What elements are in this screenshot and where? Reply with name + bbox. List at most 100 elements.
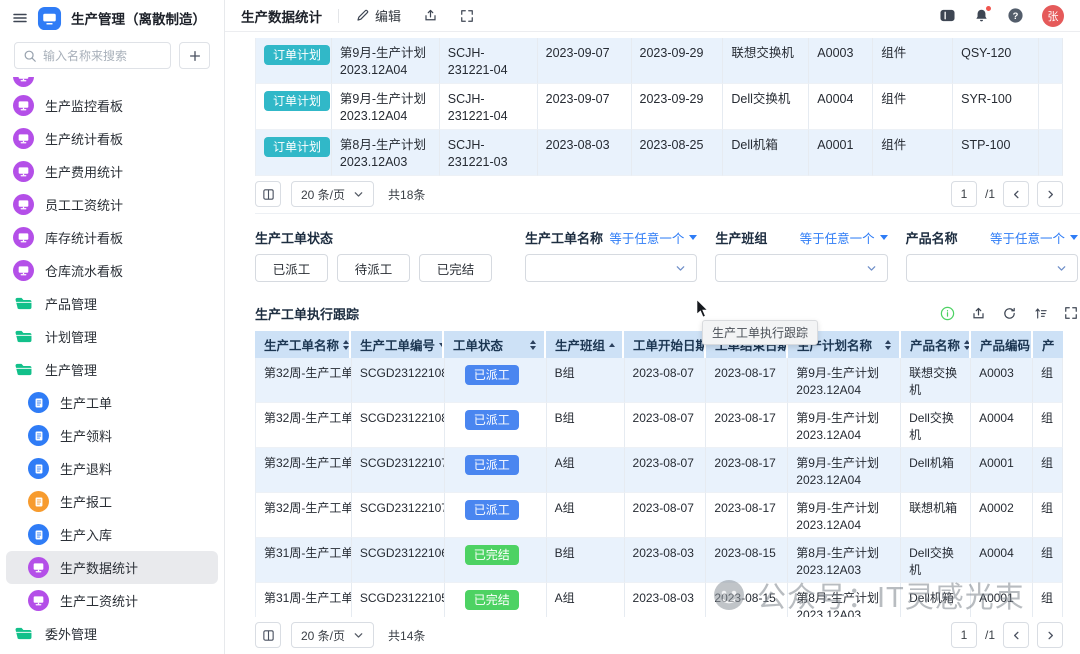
- table-cell: 组: [1033, 448, 1063, 493]
- table-row[interactable]: 第32周-生产工单SCGD23122108已派工B组2023-08-072023…: [255, 358, 1063, 403]
- filter-label: 生产工单状态: [255, 228, 507, 246]
- column-header[interactable]: 产: [1033, 331, 1063, 358]
- table-cell: SCGD23122107: [352, 448, 445, 493]
- sidebar-item[interactable]: 生产入库: [6, 518, 218, 551]
- sidebar-item[interactable]: 生产管理: [6, 353, 218, 386]
- filter-operator[interactable]: 等于任意一个: [609, 228, 697, 247]
- sidebar-item[interactable]: 员工工资统计: [6, 188, 218, 221]
- sort-icon[interactable]: [1033, 306, 1048, 321]
- sidebar-item[interactable]: 计划管理: [6, 320, 218, 353]
- edit-button[interactable]: 编辑: [355, 6, 401, 25]
- page-title: 生产数据统计: [241, 6, 322, 26]
- refresh-icon[interactable]: [1002, 306, 1017, 321]
- sidebar-item[interactable]: 生产退料: [6, 452, 218, 485]
- fullscreen-icon[interactable]: [1064, 306, 1078, 320]
- sidebar-item[interactable]: 生产工单: [6, 386, 218, 419]
- status-badge: 已完结: [465, 545, 519, 565]
- filter-select[interactable]: [715, 254, 887, 282]
- next-page-button[interactable]: [1037, 622, 1063, 648]
- fullscreen-icon: [460, 9, 474, 23]
- page-size-label: 20 条/页: [301, 627, 345, 644]
- sidebar-item[interactable]: 生产领料: [6, 419, 218, 452]
- table-cell: A0001: [809, 130, 873, 176]
- table-row[interactable]: 订单计划第8月-生产计划 2023.12A03SCJH-231221-03202…: [255, 130, 1063, 176]
- table-row[interactable]: 第32周-生产工单SCGD23122107已派工A组2023-08-072023…: [255, 493, 1063, 538]
- chevron-down-icon: [1056, 263, 1067, 274]
- filter-select[interactable]: [525, 254, 697, 282]
- help-button[interactable]: ?: [1007, 7, 1024, 24]
- table-row[interactable]: 第31周-生产工单SCGD23122106已完结B组2023-08-032023…: [255, 538, 1063, 583]
- search-box[interactable]: [14, 42, 171, 69]
- sidebar-item[interactable]: [6, 77, 218, 89]
- menu-toggle-icon[interactable]: [12, 10, 28, 26]
- sidebar-item[interactable]: 仓库流水看板: [6, 254, 218, 287]
- sidebar-item-label: 员工工资统计: [45, 195, 123, 214]
- table-cell: SCGD23122108: [352, 403, 445, 448]
- table-row[interactable]: 第31周-生产工单SCGD23122105已完结A组2023-08-032023…: [255, 583, 1063, 617]
- user-avatar[interactable]: 张: [1042, 5, 1064, 27]
- sidebar-item[interactable]: 生产费用统计: [6, 155, 218, 188]
- share-icon[interactable]: [971, 306, 986, 321]
- status-filter-button[interactable]: 已派工: [255, 254, 328, 282]
- sort-icon: [964, 340, 970, 350]
- status-badge: 已派工: [465, 500, 519, 520]
- prev-page-button[interactable]: [1003, 622, 1029, 648]
- table-cell: 第31周-生产工单: [256, 538, 352, 583]
- tooltip: 生产工单执行跟踪: [702, 320, 818, 345]
- column-label: 产品编码: [980, 335, 1030, 354]
- column-header[interactable]: 生产工单编号: [351, 331, 444, 358]
- table-cell: A组: [547, 448, 625, 493]
- column-header[interactable]: 生产班组: [546, 331, 624, 358]
- sidebar-item[interactable]: 生产工资统计: [6, 584, 218, 617]
- column-header[interactable]: 生产工单名称: [255, 331, 351, 358]
- status-filter-button[interactable]: 已完结: [419, 254, 492, 282]
- status-filter-button[interactable]: 待派工: [337, 254, 410, 282]
- table-row[interactable]: 第32周-生产工单SCGD23122107已派工A组2023-08-072023…: [255, 448, 1063, 493]
- sidebar-item[interactable]: 生产监控看板: [6, 89, 218, 122]
- table-row[interactable]: 第32周-生产工单SCGD23122108已派工B组2023-08-072023…: [255, 403, 1063, 448]
- doc-icon: [28, 425, 49, 446]
- filter-operator[interactable]: 等于任意一个: [800, 228, 888, 247]
- monitor-icon: [28, 557, 49, 578]
- sidebar-item[interactable]: 生产报工: [6, 485, 218, 518]
- page-number-input[interactable]: 1: [951, 181, 977, 207]
- column-header[interactable]: 工单开始日期: [624, 331, 706, 358]
- page-total: /1: [985, 628, 995, 642]
- export-button[interactable]: [423, 8, 438, 23]
- sidebar-item[interactable]: 库存统计看板: [6, 221, 218, 254]
- divider: [338, 9, 339, 23]
- prev-page-button[interactable]: [1003, 181, 1029, 207]
- page-size-select[interactable]: 20 条/页: [291, 181, 374, 207]
- table-row[interactable]: 订单计划第9月-生产计划 2023.12A04SCJH-231221-04202…: [255, 84, 1063, 130]
- sidebar-item[interactable]: 生产数据统计: [6, 551, 218, 584]
- panel-toggle-button[interactable]: [939, 8, 956, 23]
- table-cell: 第9月-生产计划 2023.12A04: [332, 84, 440, 130]
- filter-select[interactable]: [906, 254, 1078, 282]
- add-button[interactable]: [179, 42, 210, 69]
- status-badge: 已派工: [465, 365, 519, 385]
- filter-operator[interactable]: 等于任意一个: [990, 228, 1078, 247]
- sidebar-item[interactable]: 生产统计看板: [6, 122, 218, 155]
- fullscreen-button[interactable]: [460, 9, 474, 23]
- info-icon[interactable]: [940, 306, 955, 321]
- column-header[interactable]: 工单状态: [444, 331, 546, 358]
- notifications-button[interactable]: [974, 8, 989, 23]
- caret-down-icon: [689, 235, 697, 240]
- column-header[interactable]: 产品编码: [971, 331, 1033, 358]
- page-size-select[interactable]: 20 条/页: [291, 622, 374, 648]
- next-page-button[interactable]: [1037, 181, 1063, 207]
- table-row[interactable]: 订单计划第9月-生产计划 2023.12A04SCJH-231221-04202…: [255, 38, 1063, 84]
- divider: [255, 213, 1080, 214]
- sidebar-item[interactable]: 管理后台: [6, 650, 218, 654]
- share-icon: [423, 8, 438, 23]
- search-input[interactable]: [43, 49, 162, 63]
- filter-bar: 生产工单状态 已派工待派工已完结 生产工单名称等于任意一个生产班组等于任意一个产…: [255, 228, 1078, 282]
- sidebar-item[interactable]: 产品管理: [6, 287, 218, 320]
- column-header[interactable]: 产品名称: [901, 331, 971, 358]
- sidebar-item[interactable]: 委外管理: [6, 617, 218, 650]
- column-settings-button[interactable]: [255, 181, 281, 207]
- column-settings-button[interactable]: [255, 622, 281, 648]
- column-label: 生产班组: [555, 335, 605, 354]
- page-number-input[interactable]: 1: [951, 622, 977, 648]
- table-cell: 2023-08-03: [625, 538, 707, 583]
